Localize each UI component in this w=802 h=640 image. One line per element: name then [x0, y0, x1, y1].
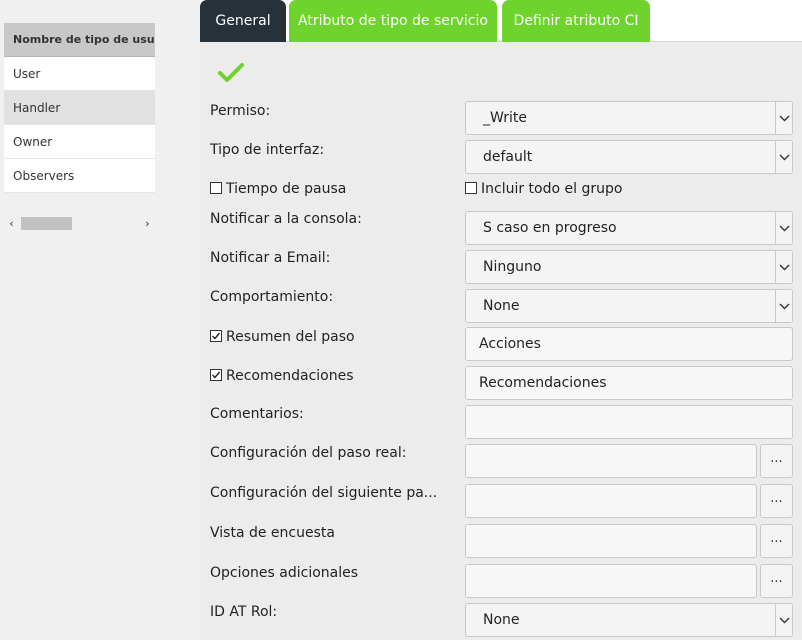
tab-atributo-tipo-servicio[interactable]: Atributo de tipo de servicio — [289, 0, 497, 42]
config-siguiente-input[interactable] — [465, 484, 757, 518]
config-paso-real-input[interactable] — [465, 444, 757, 478]
vista-encuesta-button[interactable]: ... — [760, 524, 793, 558]
right-panel: General Atributo de tipo de servicio Def… — [200, 0, 802, 640]
chevron-down-icon[interactable] — [775, 212, 792, 244]
grid-row-user[interactable]: User — [4, 57, 155, 91]
permiso-value: _Write — [483, 110, 527, 126]
chevron-down-icon[interactable] — [775, 290, 792, 322]
comentarios-label: Comentarios: — [210, 406, 304, 422]
tiempo-pausa-label: Tiempo de pausa — [226, 181, 347, 197]
notificar-email-value: Ninguno — [483, 259, 542, 275]
opciones-adicionales-label: Opciones adicionales — [210, 565, 359, 581]
notificar-consola-select[interactable]: S caso en progreso — [465, 211, 793, 245]
chevron-down-icon[interactable] — [775, 102, 792, 134]
recomendaciones-checkbox[interactable]: Recomendaciones — [210, 368, 354, 384]
notificar-email-select[interactable]: Ninguno — [465, 250, 793, 284]
checkbox-checked-icon[interactable] — [210, 330, 222, 342]
resumen-paso-input[interactable]: Acciones — [465, 327, 793, 361]
tiempo-pausa-checkbox[interactable]: Tiempo de pausa — [210, 181, 346, 197]
grid-header[interactable]: Nombre de tipo de usuario — [4, 23, 155, 57]
left-panel: Nombre de tipo de usuario User Handler O… — [0, 0, 200, 640]
user-type-grid: Nombre de tipo de usuario User Handler O… — [4, 23, 155, 193]
tipo-interfaz-label: Tipo de interfaz: — [210, 142, 325, 158]
comportamiento-select[interactable]: None — [465, 289, 793, 323]
id-at-rol-value: None — [483, 612, 520, 628]
opciones-adicionales-input[interactable] — [465, 564, 757, 598]
config-paso-real-button[interactable]: ... — [760, 444, 793, 478]
comentarios-input[interactable] — [465, 405, 793, 439]
config-paso-real-label: Configuración del paso real: — [210, 445, 407, 461]
recomendaciones-label: Recomendaciones — [226, 368, 354, 384]
id-at-rol-label: ID AT Rol: — [210, 604, 278, 620]
horizontal-scrollbar[interactable]: ‹ › — [4, 214, 155, 233]
grid-row-owner[interactable]: Owner — [4, 125, 155, 159]
scroll-thumb[interactable] — [21, 217, 72, 230]
chevron-down-icon[interactable] — [775, 251, 792, 283]
notificar-consola-label: Notificar a la consola: — [210, 211, 362, 227]
checkmark-icon[interactable] — [218, 62, 244, 84]
permiso-label: Permiso: — [210, 103, 271, 119]
id-at-rol-select[interactable]: None — [465, 603, 793, 637]
incluir-grupo-label: Incluir todo el grupo — [481, 181, 623, 197]
tab-general[interactable]: General — [200, 0, 286, 42]
recomendaciones-input[interactable]: Recomendaciones — [465, 366, 793, 400]
notificar-consola-value: S caso en progreso — [483, 220, 617, 236]
checkbox-unchecked-icon[interactable] — [465, 182, 477, 194]
app-root: Nombre de tipo de usuario User Handler O… — [0, 0, 802, 640]
grid-row-observers[interactable]: Observers — [4, 159, 155, 193]
permiso-select[interactable]: _Write — [465, 101, 793, 135]
grid-row-handler[interactable]: Handler — [4, 91, 155, 125]
tab-definir-atributo-ci[interactable]: Definir atributo CI — [502, 0, 650, 42]
tab-bar: General Atributo de tipo de servicio Def… — [200, 0, 802, 42]
checkbox-unchecked-icon[interactable] — [210, 182, 222, 194]
notificar-email-label: Notificar a Email: — [210, 250, 331, 266]
comportamiento-value: None — [483, 298, 520, 314]
tipo-interfaz-value: default — [483, 149, 533, 165]
chevron-down-icon[interactable] — [775, 141, 792, 173]
vista-encuesta-label: Vista de encuesta — [210, 525, 335, 541]
scroll-right-icon[interactable]: › — [140, 214, 155, 233]
resumen-paso-checkbox[interactable]: Resumen del paso — [210, 329, 355, 345]
comportamiento-label: Comportamiento: — [210, 289, 334, 305]
checkbox-checked-icon[interactable] — [210, 369, 222, 381]
scroll-left-icon[interactable]: ‹ — [4, 214, 19, 233]
resumen-paso-label: Resumen del paso — [226, 329, 355, 345]
config-siguiente-button[interactable]: ... — [760, 484, 793, 518]
vista-encuesta-input[interactable] — [465, 524, 757, 558]
opciones-adicionales-button[interactable]: ... — [760, 564, 793, 598]
incluir-grupo-checkbox[interactable]: Incluir todo el grupo — [465, 181, 622, 197]
chevron-down-icon[interactable] — [775, 604, 792, 636]
tipo-interfaz-select[interactable]: default — [465, 140, 793, 174]
config-siguiente-label: Configuración del siguiente pa... — [210, 485, 438, 501]
